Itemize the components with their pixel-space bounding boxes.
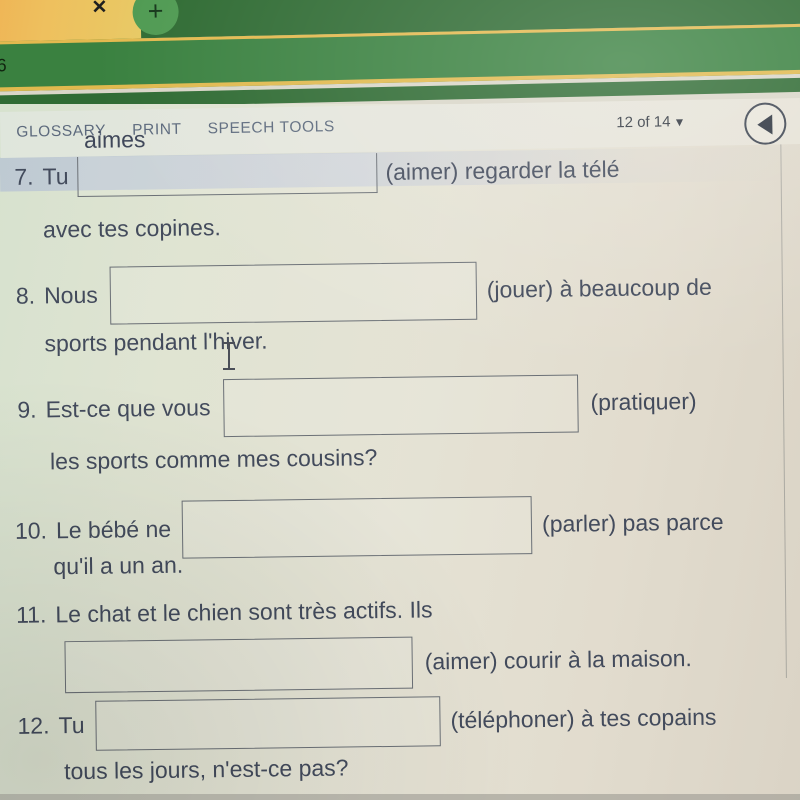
question-item-10-continuation: qu'il a un an. bbox=[53, 551, 184, 580]
question-item-12-continuation: tous les jours, n'est-ce pas? bbox=[63, 754, 349, 785]
question-number: 11. bbox=[15, 601, 47, 628]
answer-input-7-value: aimes bbox=[83, 126, 146, 153]
question-number: 8. bbox=[15, 282, 36, 310]
question-item-12: 12. Tu (téléphoner) à tes copains bbox=[17, 693, 717, 752]
question-item-9: 9. Est-ce que vous (pratiquer) bbox=[17, 373, 697, 440]
question-item-7: 7. Tu aimes (aimer) regarder la télé bbox=[14, 126, 620, 198]
question-item-10: 10. Le bébé ne (parler) pas parce bbox=[15, 494, 724, 561]
text-cursor-icon bbox=[223, 342, 235, 370]
question-text-before: Tu bbox=[42, 163, 69, 190]
page-selector[interactable]: 12 of 14 ▼ bbox=[616, 113, 685, 131]
question-continuation-text: tous les jours, n'est-ce pas? bbox=[63, 754, 349, 785]
previous-triangle-icon bbox=[757, 114, 773, 135]
answer-input-8[interactable] bbox=[109, 261, 478, 325]
question-item-11-answer-row: (aimer) courir à la maison. bbox=[64, 633, 693, 694]
answer-input-9[interactable] bbox=[223, 374, 579, 438]
photographed-screen: ✕ + -636 GLOSSARY PRINT SPEECH TOOLS 12 … bbox=[0, 0, 800, 800]
question-number: 7. bbox=[14, 163, 34, 191]
speech-tools-link[interactable]: SPEECH TOOLS bbox=[207, 118, 335, 138]
question-text-before: Tu bbox=[58, 712, 85, 739]
question-text-after: (jouer) à beaucoup de bbox=[486, 274, 712, 303]
question-number: 10. bbox=[14, 517, 48, 545]
page-selector-label: 12 of 14 bbox=[616, 113, 671, 132]
question-text-after: (téléphoner) à tes copains bbox=[450, 704, 717, 734]
question-text-before: Est-ce que vous bbox=[45, 394, 211, 423]
question-text-after: (pratiquer) bbox=[590, 388, 697, 416]
answer-input-7[interactable]: aimes bbox=[77, 126, 378, 197]
previous-button[interactable] bbox=[743, 102, 787, 146]
question-text-before: Le chat et le chien sont très actifs. Il… bbox=[55, 596, 433, 628]
question-text-after: (aimer) regarder la télé bbox=[385, 156, 620, 186]
question-text-before: Le bébé ne bbox=[55, 516, 172, 544]
answer-input-11[interactable] bbox=[64, 636, 414, 694]
question-text-after: (aimer) courir à la maison. bbox=[424, 645, 693, 675]
question-text-before: Nous bbox=[43, 282, 98, 309]
question-continuation-text: qu'il a un an. bbox=[53, 551, 184, 580]
question-continuation-text: avec tes copines. bbox=[42, 214, 221, 243]
bottom-edge bbox=[0, 794, 800, 800]
question-number: 12. bbox=[17, 712, 50, 740]
question-text-after: (parler) pas parce bbox=[541, 508, 724, 538]
question-item-9-continuation: les sports comme mes cousins? bbox=[49, 444, 378, 475]
browser-chrome: ✕ + -636 bbox=[0, 0, 800, 110]
question-number: 9. bbox=[17, 396, 37, 424]
question-item-7-continuation: avec tes copines. bbox=[42, 214, 221, 243]
question-item-11: 11. Le chat et le chien sont très actifs… bbox=[15, 596, 433, 628]
close-icon[interactable]: ✕ bbox=[88, 0, 110, 19]
url-text: -636 bbox=[0, 55, 8, 77]
answer-input-12[interactable] bbox=[95, 696, 441, 751]
toolbar-links: GLOSSARY PRINT SPEECH TOOLS bbox=[16, 118, 335, 142]
worksheet-content: 7. Tu aimes (aimer) regarder la télé ave… bbox=[0, 126, 800, 800]
answer-input-10[interactable] bbox=[181, 496, 533, 559]
question-item-8: 8. Nous (jouer) à beaucoup de bbox=[16, 259, 713, 326]
chevron-down-icon: ▼ bbox=[673, 115, 686, 130]
question-continuation-text: les sports comme mes cousins? bbox=[49, 444, 378, 475]
